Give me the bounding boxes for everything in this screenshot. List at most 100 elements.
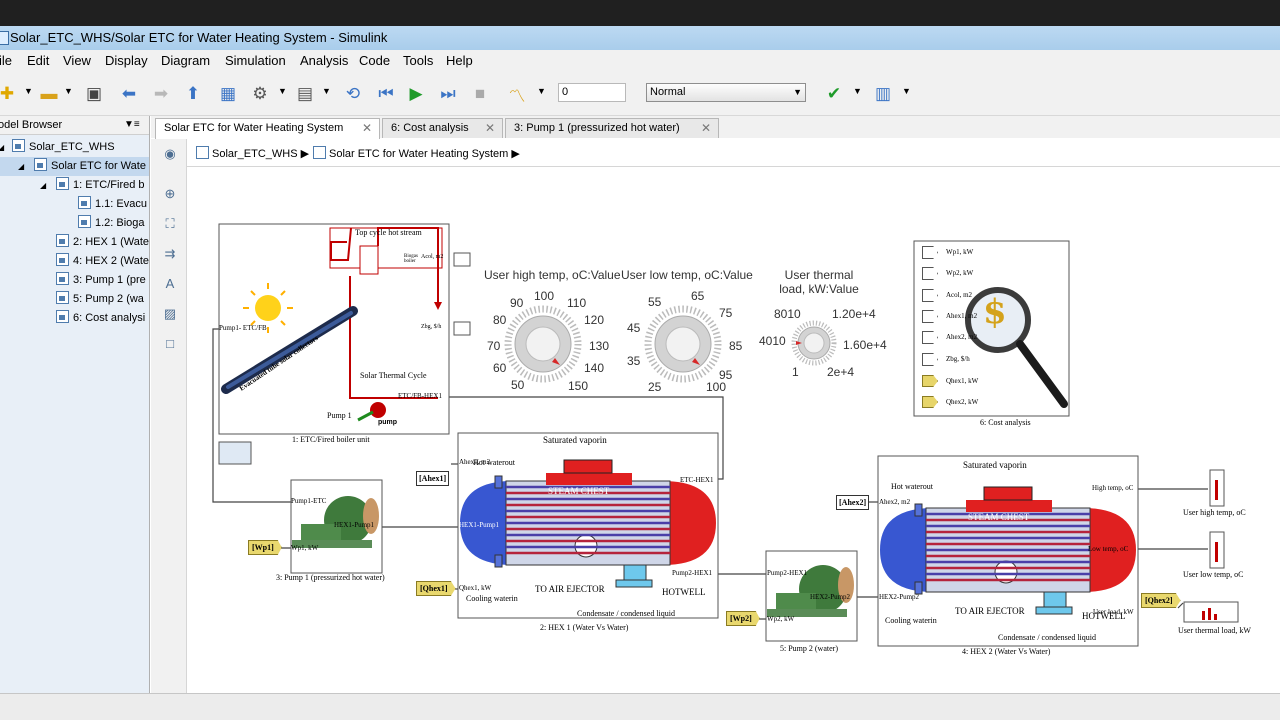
tree-label: Solar_ETC_WHS — [29, 141, 115, 153]
annotation-icon[interactable]: A — [161, 276, 179, 294]
forward-arrow-icon[interactable]: ➡ — [150, 83, 172, 105]
etc-top-cycle-label: Top cycle hot stream — [355, 228, 422, 237]
browser-menu-icon[interactable]: ▼≡ — [124, 119, 140, 130]
menu-file[interactable]: ile — [0, 53, 12, 68]
hex2-cond-label: Condensate / condensed liquid — [998, 633, 1096, 642]
open-dropdown-icon[interactable]: ▼ — [64, 86, 73, 96]
breadcrumb-root[interactable]: Solar_ETC_WHS ▶ — [196, 146, 309, 160]
tree-label: 1.1: Evacu — [95, 198, 147, 210]
tree-label: 6: Cost analysi — [73, 312, 146, 324]
step-forward-icon[interactable]: ⏭ — [437, 83, 459, 105]
tree-item-pump2[interactable]: 5: Pump 2 (wa — [0, 290, 144, 309]
chevron-down-icon: ▼ — [793, 87, 802, 97]
hex1-hotwell-label: HOTWELL — [662, 587, 706, 597]
save-icon[interactable]: ▣ — [83, 83, 105, 105]
tree-item-hex2[interactable]: 4: HEX 2 (Wate — [0, 252, 149, 271]
menu-code[interactable]: Code — [359, 53, 390, 68]
menu-display[interactable]: Display — [105, 53, 148, 68]
model-thumbnail[interactable] — [218, 441, 252, 465]
knob-high-tick: 70 — [487, 339, 501, 353]
hex2-chest-label: STEAM CHEST — [968, 512, 1030, 522]
knob-low-tick: 65 — [691, 289, 705, 303]
update-diagram-icon[interactable]: ⟲ — [342, 83, 364, 105]
cost-port-label: Qhex1, kW — [946, 377, 979, 385]
menu-diagram[interactable]: Diagram — [161, 53, 210, 68]
library-browser-icon[interactable]: ▦ — [217, 83, 239, 105]
knob-high-temp[interactable] — [504, 305, 582, 383]
knob-low-tick: 100 — [706, 380, 727, 394]
goto-tag-qhex2[interactable]: [Qhex2] — [1141, 593, 1181, 608]
tree-item-pump1[interactable]: 3: Pump 1 (pre — [0, 271, 146, 290]
knob-low-temp[interactable] — [644, 305, 722, 383]
inspector-dropdown-icon[interactable]: ▼ — [537, 86, 546, 96]
diagram-canvas[interactable]: Top cycle hot stream Biogas boiler Acol,… — [188, 168, 1280, 693]
tab-pump1[interactable]: 3: Pump 1 (pressurized hot water) ✕ — [505, 118, 719, 138]
new-model-icon[interactable]: ✚ — [0, 83, 18, 105]
signal-arrow-icon[interactable]: ⇉ — [161, 246, 179, 264]
collapse-icon[interactable]: ◢ — [18, 157, 24, 176]
tree-item-etc[interactable]: ◢ 1: ETC/Fired b — [0, 176, 145, 195]
close-icon[interactable]: ✕ — [701, 119, 711, 137]
from-tag-wp2[interactable]: [Wp2] — [726, 611, 760, 626]
close-icon[interactable]: ✕ — [485, 119, 495, 137]
tree-item-biogas[interactable]: 1.2: Bioga — [0, 214, 145, 233]
from-tag-qhex1[interactable]: [Qhex1] — [416, 581, 456, 596]
toolbar: ✚ ▼ ▬ ▼ ▣ ⬅ ➡ ⬆ ▦ ⚙ ▼ ▤ ▼ ⟲ ⏮ ▶ ⏭ ■ 〽 ▼ … — [0, 72, 1280, 116]
knob-load-tick: 1 — [792, 365, 799, 379]
knob-thermal-load[interactable] — [791, 320, 837, 366]
advisor-dropdown-icon[interactable]: ▼ — [853, 86, 862, 96]
build-dropdown-icon[interactable]: ▼ — [902, 86, 911, 96]
menu-view[interactable]: View — [63, 53, 91, 68]
tree-item-main[interactable]: ◢ Solar ETC for Wate — [0, 157, 149, 176]
build-icon[interactable]: ▥ — [872, 83, 894, 105]
collapse-icon[interactable]: ◢ — [0, 138, 4, 157]
settings-gear-icon[interactable]: ⚙ — [249, 83, 271, 105]
menu-edit[interactable]: Edit — [27, 53, 49, 68]
tree-item-evac[interactable]: 1.1: Evacu — [0, 195, 147, 214]
step-back-icon[interactable]: ⏮ — [375, 83, 397, 105]
up-arrow-icon[interactable]: ⬆ — [182, 83, 204, 105]
title-bar: Solar_ETC_WHS/Solar ETC for Water Heatin… — [0, 26, 1280, 50]
fit-view-icon[interactable]: ⛶ — [161, 216, 179, 234]
etc-port-hex-label: ETC/FB-HEX1 — [398, 392, 442, 400]
collapse-icon[interactable]: ◢ — [40, 176, 46, 195]
zoom-icon[interactable]: ⊕ — [161, 186, 179, 204]
tree-item-hex1[interactable]: 2: HEX 1 (Wate — [0, 233, 149, 252]
image-icon[interactable]: ▨ — [161, 306, 179, 324]
from-tag-ahex2[interactable]: [Ahex2] — [836, 495, 870, 510]
stop-icon[interactable]: ■ — [469, 83, 491, 105]
data-inspector-icon[interactable]: 〽 — [506, 83, 528, 106]
menu-simulation[interactable]: Simulation — [225, 53, 286, 68]
settings-dropdown-icon[interactable]: ▼ — [278, 86, 287, 96]
new-dropdown-icon[interactable]: ▼ — [24, 86, 33, 96]
tree-item-root[interactable]: ◢ Solar_ETC_WHS — [0, 138, 115, 157]
menu-tools[interactable]: Tools — [403, 53, 433, 68]
subsystem-icon — [78, 196, 91, 209]
from-tag-wp1[interactable]: [Wp1] — [248, 540, 282, 555]
stop-time-input[interactable]: 0 — [558, 83, 626, 102]
knob-high-tick: 80 — [493, 313, 507, 327]
simulation-mode-select[interactable]: Normal ▼ — [646, 83, 806, 102]
hex1-cool-label: Cooling waterin — [466, 594, 518, 603]
hide-browser-icon[interactable]: ◉ — [161, 146, 179, 164]
run-icon[interactable]: ▶ — [405, 83, 427, 105]
model-icon — [196, 146, 209, 159]
tab-main-system[interactable]: Solar ETC for Water Heating System ✕ — [155, 118, 380, 139]
simulink-app-icon — [0, 31, 9, 45]
area-icon[interactable]: □ — [161, 336, 179, 354]
open-folder-icon[interactable]: ▬ — [38, 83, 60, 105]
menu-help[interactable]: Help — [446, 53, 473, 68]
model-explorer-icon[interactable]: ▤ — [294, 83, 316, 105]
explorer-dropdown-icon[interactable]: ▼ — [322, 86, 331, 96]
menu-analysis[interactable]: Analysis — [300, 53, 348, 68]
close-icon[interactable]: ✕ — [362, 119, 372, 137]
tab-cost-analysis[interactable]: 6: Cost analysis ✕ — [382, 118, 503, 138]
model-advisor-icon[interactable]: ✔ — [823, 83, 845, 105]
back-arrow-icon[interactable]: ⬅ — [118, 83, 140, 105]
tree-item-cost[interactable]: 6: Cost analysi — [0, 309, 145, 328]
model-browser-header: odel Browser ▼≡ — [0, 116, 149, 135]
breadcrumb-current[interactable]: Solar ETC for Water Heating System ▶ — [313, 146, 520, 160]
knob-load-tick: 1.20e+4 — [832, 307, 876, 321]
tree-label: 2: HEX 1 (Wate — [73, 236, 150, 248]
from-tag-ahex1[interactable]: [Ahex1] — [416, 471, 450, 486]
